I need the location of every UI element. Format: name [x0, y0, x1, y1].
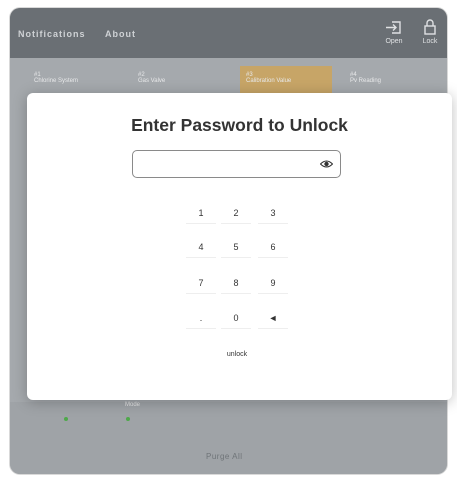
keypad-key-4[interactable]: 4 — [186, 237, 216, 258]
purge-all-button[interactable]: Purge All — [206, 452, 243, 461]
keypad-backspace[interactable]: ◄ — [258, 308, 288, 329]
keypad-key-3[interactable]: 3 — [258, 203, 288, 224]
top-bar: Notifications About Open Lock — [10, 8, 447, 58]
nav-notifications[interactable]: Notifications — [18, 29, 86, 39]
keypad-key-decimal[interactable]: . — [186, 308, 216, 329]
background-label: Mode — [125, 402, 141, 408]
status-dot — [64, 417, 68, 421]
nav-about[interactable]: About — [105, 29, 136, 39]
status-dot — [126, 417, 130, 421]
open-button[interactable]: Open — [378, 18, 410, 45]
keypad-key-1[interactable]: 1 — [186, 203, 216, 224]
tab-label: Gas Valve — [138, 78, 166, 84]
tab-label: Calibration Value — [246, 78, 292, 84]
keypad-key-6[interactable]: 6 — [258, 237, 288, 258]
tab-label: Pv Reading — [350, 78, 382, 84]
tab-label: Chlorine System — [34, 78, 79, 84]
dialog-title: Enter Password to Unlock — [131, 115, 348, 135]
lock-label: Lock — [422, 38, 438, 45]
keypad-key-0[interactable]: 0 — [221, 308, 251, 329]
keypad-key-7[interactable]: 7 — [186, 273, 216, 294]
background-footer — [10, 402, 447, 474]
keypad-key-5[interactable]: 5 — [221, 237, 251, 258]
eye-icon[interactable] — [320, 158, 333, 170]
sign-in-icon — [386, 21, 401, 34]
lock-icon — [424, 19, 436, 35]
keypad-key-2[interactable]: 2 — [221, 203, 251, 224]
keypad-key-8[interactable]: 8 — [221, 273, 251, 294]
password-field[interactable] — [132, 150, 341, 178]
unlock-button[interactable]: unlock — [217, 347, 257, 363]
lock-button[interactable]: Lock — [414, 18, 446, 45]
password-input[interactable] — [139, 155, 313, 175]
unlock-dialog: Enter Password to Unlock 1 2 3 4 5 6 7 8… — [27, 93, 452, 400]
keypad-key-9[interactable]: 9 — [258, 273, 288, 294]
open-label: Open — [385, 38, 403, 45]
